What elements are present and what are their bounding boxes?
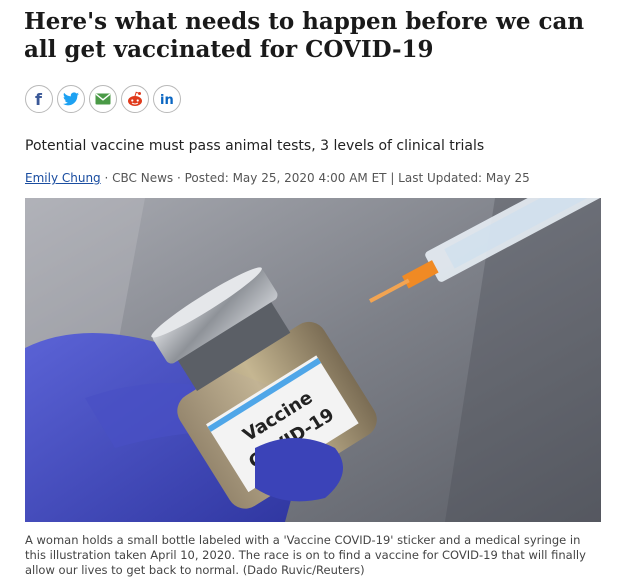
reddit-icon bbox=[128, 91, 142, 106]
byline-separator: · bbox=[100, 171, 113, 185]
twitter-icon bbox=[63, 92, 79, 106]
byline-posted-date: Posted: May 25, 2020 4:00 AM ET bbox=[184, 171, 387, 185]
article-headline: Here's what needs to happen before we ca… bbox=[24, 8, 585, 63]
share-bar: f in bbox=[25, 85, 181, 113]
article-lead-photo: Vaccine COVID-19 bbox=[25, 198, 601, 522]
email-icon bbox=[95, 93, 111, 105]
byline: Emily Chung · CBC News · Posted: May 25,… bbox=[25, 171, 615, 185]
share-linkedin-button[interactable]: in bbox=[153, 85, 181, 113]
share-twitter-button[interactable] bbox=[57, 85, 85, 113]
share-facebook-button[interactable]: f bbox=[25, 85, 53, 113]
facebook-icon: f bbox=[35, 91, 43, 107]
linkedin-icon: in bbox=[160, 93, 174, 107]
byline-updated-date: Last Updated: May 25 bbox=[398, 171, 530, 185]
svg-text:f: f bbox=[35, 91, 43, 107]
byline-separator: | bbox=[386, 171, 399, 185]
share-reddit-button[interactable] bbox=[121, 85, 149, 113]
svg-text:in: in bbox=[160, 93, 174, 107]
byline-outlet: CBC News bbox=[112, 171, 174, 185]
byline-separator: · bbox=[173, 171, 185, 185]
article-subheadline: Potential vaccine must pass animal tests… bbox=[25, 138, 485, 154]
author-link[interactable]: Emily Chung bbox=[25, 171, 101, 185]
photo-caption: A woman holds a small bottle labeled wit… bbox=[25, 533, 586, 577]
share-email-button[interactable] bbox=[89, 85, 117, 113]
